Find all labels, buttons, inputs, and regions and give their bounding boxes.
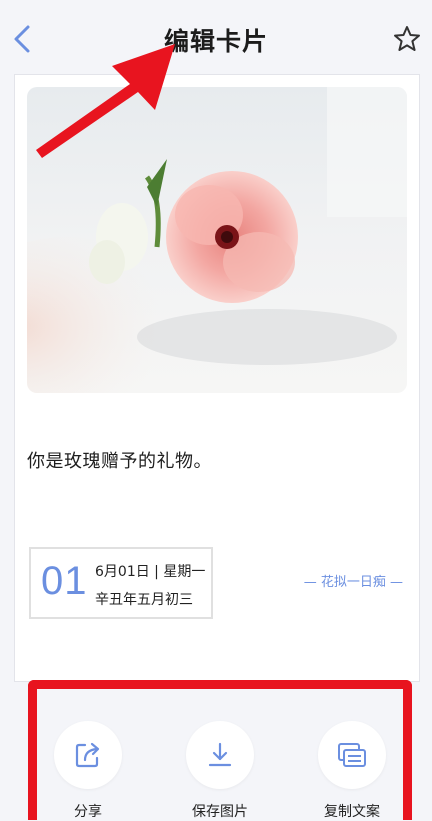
save-image-button[interactable]: 保存图片 (175, 721, 265, 821)
copy-circle (318, 721, 386, 789)
date-lunar: 辛丑年五月初三 (95, 592, 193, 608)
save-image-label: 保存图片 (192, 804, 248, 820)
card-signature: — 花拟一日痴 — (303, 575, 403, 590)
share-label: 分享 (74, 804, 102, 820)
action-bar: 分享 保存图片 复制文案 (28, 680, 412, 820)
star-outline-icon (394, 26, 420, 51)
share-circle (54, 721, 122, 789)
rose-photo (27, 87, 407, 393)
favorite-button[interactable] (392, 24, 422, 54)
card-photo (27, 87, 407, 393)
save-circle (186, 721, 254, 789)
copy-text-label: 复制文案 (324, 804, 380, 820)
copy-text-button[interactable]: 复制文案 (307, 721, 397, 821)
card-quote: 你是玫瑰赠予的礼物。 (27, 451, 212, 472)
card-preview: 你是玫瑰赠予的礼物。 01 6月01日 | 星期一 辛丑年五月初三 — 花拟一日… (14, 74, 420, 682)
share-icon (75, 742, 100, 768)
download-icon (208, 742, 232, 767)
date-weekday: 6月01日 | 星期一 (95, 564, 206, 580)
share-button[interactable]: 分享 (43, 721, 133, 821)
header: 编辑卡片 (0, 0, 432, 80)
page-title: 编辑卡片 (163, 27, 268, 56)
date-box: 01 6月01日 | 星期一 辛丑年五月初三 (29, 547, 213, 619)
copy-icon (338, 743, 366, 767)
date-day: 01 (41, 559, 88, 603)
